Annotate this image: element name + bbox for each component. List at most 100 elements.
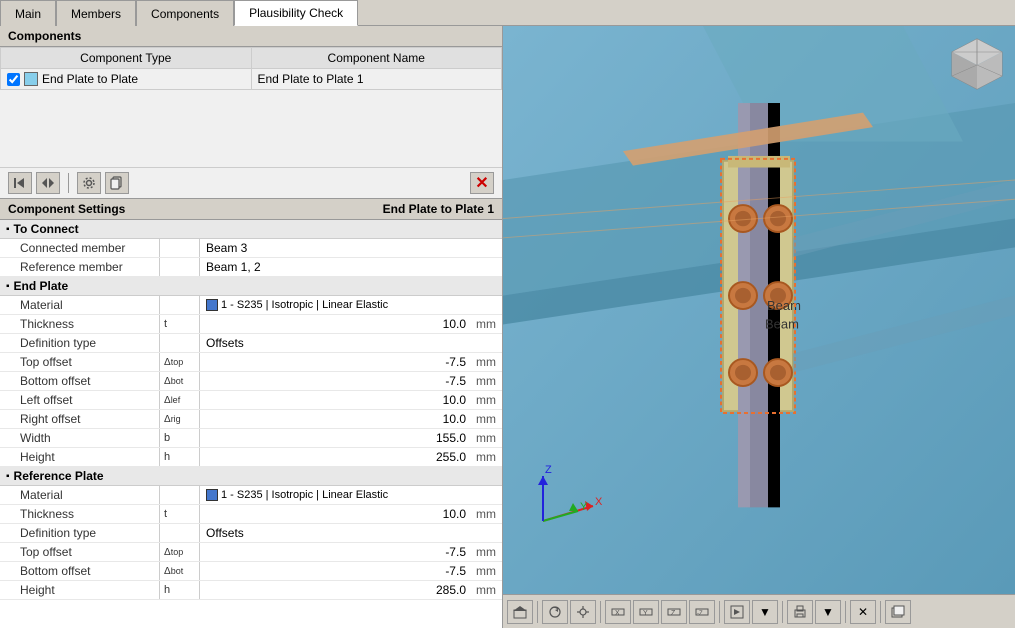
svg-text:X: X	[595, 496, 603, 508]
prop-symbol-height-rp: h	[160, 581, 200, 599]
tab-main[interactable]: Main	[0, 0, 56, 26]
btn-view-x[interactable]: X	[605, 600, 631, 624]
settings-content[interactable]: ▪ To Connect Connected member Beam 3 Ref…	[0, 220, 502, 628]
group-to-connect[interactable]: ▪ To Connect	[0, 220, 502, 239]
btn-render-dropdown[interactable]: ▼	[752, 600, 778, 624]
material-color-rp	[206, 489, 218, 501]
btn-home[interactable]	[507, 600, 533, 624]
collapse-icon-to-connect[interactable]: ▪	[6, 224, 10, 235]
group-reference-plate[interactable]: ▪ Reference Plate	[0, 467, 502, 486]
prop-label-right-offset-ep: Right offset	[0, 410, 160, 428]
prop-height-ep: Height h 255.0 mm	[0, 448, 502, 467]
svg-text:Beam: Beam	[765, 317, 799, 332]
component-checkbox[interactable]	[7, 73, 20, 86]
prop-unit-left-offset-ep: mm	[472, 391, 502, 409]
component-row[interactable]: End Plate to Plate End Plate to Plate 1	[1, 69, 502, 90]
prop-value-left-offset-ep: 10.0	[200, 391, 472, 409]
btn-view-z[interactable]: Z	[661, 600, 687, 624]
prop-symbol-material-ep	[160, 296, 200, 314]
prop-unit-bottom-offset-ep: mm	[472, 372, 502, 390]
prop-value-connected-member: Beam 3	[200, 239, 502, 257]
prop-top-offset-ep: Top offset Δtop -7.5 mm	[0, 353, 502, 372]
col-name-header: Component Name	[251, 48, 502, 69]
prop-label-connected-member: Connected member	[0, 239, 160, 257]
toolbar-btn-settings[interactable]	[77, 172, 101, 194]
toolbar-btn-swap[interactable]	[36, 172, 60, 194]
prop-value-height-rp: 285.0	[200, 581, 472, 599]
btn-render[interactable]	[724, 600, 750, 624]
prop-label-top-offset-rp: Top offset	[0, 543, 160, 561]
prop-width-ep: Width b 155.0 mm	[0, 429, 502, 448]
prop-value-bottom-offset-ep: -7.5	[200, 372, 472, 390]
prop-material-ep: Material 1 - S235 | Isotropic | Linear E…	[0, 296, 502, 315]
prop-height-rp: Height h 285.0 mm	[0, 581, 502, 600]
collapse-icon-end-plate[interactable]: ▪	[6, 281, 10, 292]
component-name-cell: End Plate to Plate 1	[251, 69, 502, 90]
prop-right-offset-ep: Right offset Δrig 10.0 mm	[0, 410, 502, 429]
prop-symbol-top-offset-ep: Δtop	[160, 353, 200, 371]
btn-view-y[interactable]: Y	[633, 600, 659, 624]
prop-value-width-ep: 155.0	[200, 429, 472, 447]
view-cube[interactable]	[947, 34, 1007, 94]
tab-bar: Main Members Components Plausibility Che…	[0, 0, 1015, 26]
prop-label-bottom-offset-ep: Bottom offset	[0, 372, 160, 390]
prop-top-offset-rp: Top offset Δtop -7.5 mm	[0, 543, 502, 562]
btn-view-neg-z[interactable]: -Z	[689, 600, 715, 624]
prop-left-offset-ep: Left offset Δlef 10.0 mm	[0, 391, 502, 410]
prop-unit-height-ep: mm	[472, 448, 502, 466]
btn-print[interactable]	[787, 600, 813, 624]
prop-unit-height-rp: mm	[472, 581, 502, 599]
btn-new-window[interactable]	[885, 600, 911, 624]
collapse-icon-ref-plate[interactable]: ▪	[6, 471, 10, 482]
toolbar-sep-1	[68, 173, 69, 193]
components-section: Components Component Type Component Name	[0, 26, 502, 198]
view-3d[interactable]: Beam Beam	[503, 26, 1015, 594]
toolbar-btn-close[interactable]: ✕	[470, 172, 494, 194]
prop-value-def-type-ep: Offsets	[200, 334, 502, 352]
components-header: Components	[0, 26, 502, 47]
prop-reference-member: Reference member Beam 1, 2	[0, 258, 502, 277]
prop-value-thickness-ep: 10.0	[200, 315, 472, 333]
prop-symbol-thickness-ep: t	[160, 315, 200, 333]
prop-unit-right-offset-ep: mm	[472, 410, 502, 428]
prop-thickness-rp: Thickness t 10.0 mm	[0, 505, 502, 524]
tab-plausibility-check[interactable]: Plausibility Check	[234, 0, 358, 26]
tab-members[interactable]: Members	[56, 0, 136, 26]
btn-print-dropdown[interactable]: ▼	[815, 600, 841, 624]
toolbar-btn-first[interactable]	[8, 172, 32, 194]
btn-rotate[interactable]	[542, 600, 568, 624]
prop-value-right-offset-ep: 10.0	[200, 410, 472, 428]
sep-5	[845, 601, 846, 623]
prop-label-bottom-offset-rp: Bottom offset	[0, 562, 160, 580]
material-color-ep	[206, 299, 218, 311]
toolbar-btn-copy[interactable]	[105, 172, 129, 194]
prop-definition-type-rp: Definition type Offsets	[0, 524, 502, 543]
prop-label-def-type-rp: Definition type	[0, 524, 160, 542]
sep-4	[782, 601, 783, 623]
prop-label-thickness-rp: Thickness	[0, 505, 160, 523]
prop-unit-top-offset-rp: mm	[472, 543, 502, 561]
prop-symbol-bottom-offset-ep: Δbot	[160, 372, 200, 390]
main-layout: Components Component Type Component Name	[0, 26, 1015, 628]
components-table: Component Type Component Name	[0, 47, 502, 90]
prop-definition-type-ep: Definition type Offsets	[0, 334, 502, 353]
tab-components[interactable]: Components	[136, 0, 234, 26]
svg-text:-Z: -Z	[697, 611, 703, 617]
btn-close-view[interactable]: ✕	[850, 600, 876, 624]
prop-symbol-right-offset-ep: Δrig	[160, 410, 200, 428]
prop-label-material-rp: Material	[0, 486, 160, 504]
left-panel: Components Component Type Component Name	[0, 26, 503, 628]
components-table-area: Component Type Component Name	[0, 47, 502, 167]
sep-3	[719, 601, 720, 623]
prop-symbol-def-type-ep	[160, 334, 200, 352]
prop-value-height-ep: 255.0	[200, 448, 472, 466]
prop-bottom-offset-rp: Bottom offset Δbot -7.5 mm	[0, 562, 502, 581]
prop-value-bottom-offset-rp: -7.5	[200, 562, 472, 580]
prop-unit-thickness-rp: mm	[472, 505, 502, 523]
group-end-plate[interactable]: ▪ End Plate	[0, 277, 502, 296]
bottom-toolbar: X Y Z -Z ▼ ▼ ✕	[503, 594, 1015, 628]
prop-unit-width-ep: mm	[472, 429, 502, 447]
prop-symbol-top-offset-rp: Δtop	[160, 543, 200, 561]
svg-text:Z: Z	[545, 464, 552, 476]
btn-view[interactable]	[570, 600, 596, 624]
